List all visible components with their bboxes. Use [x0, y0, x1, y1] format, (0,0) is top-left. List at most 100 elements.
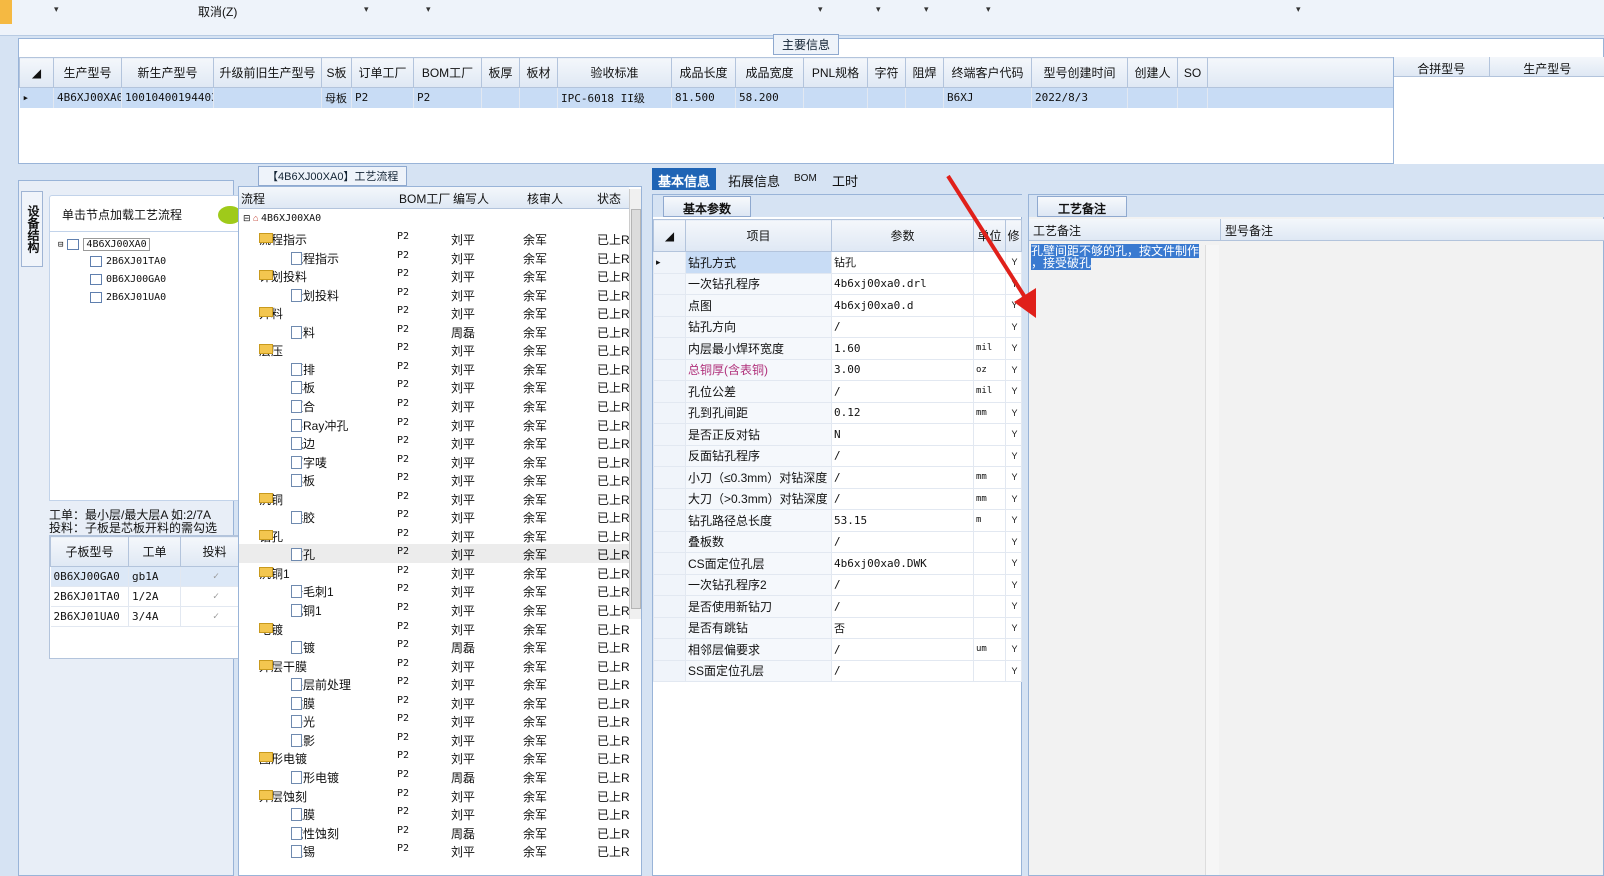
param-value[interactable]: 否 — [831, 616, 974, 639]
main-col-header[interactable]: 成品宽度 — [735, 57, 804, 88]
param-value[interactable]: / — [831, 659, 974, 682]
tab-basic-params[interactable]: 基本参数 — [663, 196, 751, 217]
dropdown-arrow-icon[interactable]: ▾ — [986, 4, 991, 15]
param-value[interactable]: / — [831, 444, 974, 467]
flow-scrollbar[interactable] — [629, 189, 641, 619]
param-value[interactable]: / — [831, 638, 974, 661]
scrollbar-thumb[interactable] — [631, 209, 641, 609]
param-row[interactable]: 是否有跳钻否 Y — [653, 616, 1022, 639]
flow-tree-row[interactable]: −电镀P2刘平余军已上R — [239, 619, 630, 638]
param-row[interactable]: CS面定位孔层 4b6xj00xa0.DWK Y — [653, 552, 1022, 575]
param-row[interactable]: 总铜厚(含表铜) 3.00 oz Y — [653, 358, 1022, 381]
param-row[interactable]: 孔到孔间距 0.12 mm Y — [653, 401, 1022, 424]
flow-tree-row[interactable]: 铣边 P2 刘平 余军 已上R — [239, 433, 630, 452]
main-cell[interactable]: B6XJ — [943, 87, 1032, 108]
param-row[interactable]: 小刀（≤0.3mm）对钻深度 / mm Y — [653, 466, 1022, 489]
flow-tree-row[interactable]: −沉铜1P2刘平余军已上R — [239, 563, 630, 582]
dropdown-arrow-icon[interactable]: ▾ — [1296, 4, 1301, 15]
flow-tree-row[interactable]: 贴膜 P2 刘平 余军 已上R — [239, 693, 630, 712]
param-row[interactable]: 一次钻孔程序2/ Y — [653, 573, 1022, 596]
main-cell[interactable]: P2 — [413, 87, 482, 108]
main-cell[interactable] — [1127, 87, 1178, 108]
flow-tree-row[interactable]: X-Ray冲孔 P2 刘平 余军 已上R — [239, 415, 630, 434]
main-col-header[interactable]: S板 — [321, 57, 352, 88]
main-col-header[interactable]: 新生产型号 — [121, 57, 214, 88]
param-row[interactable]: 大刀（>0.3mm）对钻深度 / mm Y — [653, 487, 1022, 510]
flow-tree-row[interactable]: −钻孔P2刘平余军已上R — [239, 526, 630, 545]
param-row[interactable]: 内层最小焊环宽度 1.60 mil Y — [653, 337, 1022, 360]
main-col-header[interactable]: BOM工厂 — [413, 57, 482, 88]
flow-tree-row[interactable]: 板镀 P2 周磊 余军 已上R — [239, 637, 630, 656]
param-value[interactable]: 0.12 — [831, 401, 974, 424]
main-cell[interactable]: P2 — [351, 87, 414, 108]
tree-node-root[interactable]: ⊟ 4B6XJ00XA0 — [58, 238, 150, 251]
cancel-button[interactable]: 取消(Z) — [198, 3, 237, 20]
main-cell[interactable]: 4B6XJ00XA0 — [53, 87, 122, 108]
tree-node[interactable]: 2B6XJ01TA0 — [90, 256, 166, 267]
flow-tree-row[interactable]: −图形电镀P2刘平余军已上R — [239, 748, 630, 767]
flow-tree-row[interactable]: 排板 P2 刘平 余军 已上R — [239, 377, 630, 396]
main-cell[interactable]: 58.200 — [735, 87, 804, 108]
main-col-header[interactable]: 阻焊 — [905, 57, 944, 88]
param-value[interactable]: / — [831, 530, 974, 553]
dropdown-arrow-icon[interactable]: ▾ — [426, 4, 431, 15]
param-row[interactable]: 是否使用新钻刀 / Y — [653, 595, 1022, 618]
dropdown-arrow-icon[interactable]: ▾ — [364, 4, 369, 15]
flow-tree-row[interactable]: 打字唛 P2 刘平 余军 已上R — [239, 452, 630, 471]
flow-tree-row[interactable]: 压合 P2 刘平 余军 已上R — [239, 396, 630, 415]
tab-bom[interactable]: BOM — [788, 168, 823, 190]
param-row[interactable]: 相邻层偏要求 / um Y — [653, 638, 1022, 661]
param-row[interactable]: 叠板数 / Y — [653, 530, 1022, 553]
flow-tree-row[interactable]: −外层干膜P2刘平余军已上R — [239, 656, 630, 675]
flow-tree-row[interactable]: 除胶 P2 刘平 余军 已上R — [239, 507, 630, 526]
flow-root-row[interactable]: ⊟ ⌂ 4B6XJ00XA0 — [239, 211, 629, 230]
main-col-header[interactable]: SO — [1177, 57, 1208, 88]
main-cell[interactable] — [1177, 87, 1208, 108]
main-col-header[interactable]: 终端客户代码 — [943, 57, 1032, 88]
main-col-header[interactable]: 板材 — [519, 57, 558, 88]
param-value[interactable]: 53.15 — [831, 509, 974, 532]
main-col-header[interactable]: 生产型号 — [53, 57, 122, 88]
flow-tree-row[interactable]: 显影 P2 刘平 余军 已上R — [239, 730, 630, 749]
flow-tree-row[interactable]: −外层蚀刻P2刘平余军已上R — [239, 786, 630, 805]
main-col-header[interactable]: 升级前旧生产型号 — [213, 57, 322, 88]
main-col-header[interactable]: 订单工厂 — [351, 57, 414, 88]
flow-tree-row[interactable]: 流程指示 P2 刘平 余军 已上R — [239, 248, 630, 267]
main-col-header[interactable]: 型号创建时间 — [1031, 57, 1128, 88]
flow-tree-row[interactable]: 碱性蚀刻 P2 周磊 余军 已上R — [239, 823, 630, 842]
tab-extended-info[interactable]: 拓展信息 — [722, 168, 786, 190]
flow-tree-row[interactable]: −层压P2刘平余军已上R — [239, 340, 630, 359]
flow-tree-row[interactable]: 外层前处理 P2 刘平 余军 已上R — [239, 674, 630, 693]
param-value[interactable]: / — [831, 380, 974, 403]
flow-tree-row[interactable]: 沉铜1 P2 刘平 余军 已上R — [239, 600, 630, 619]
tab-work-hours[interactable]: 工时 — [826, 168, 864, 190]
tab-process-notes[interactable]: 工艺备注 — [1037, 196, 1127, 217]
tree-node[interactable]: 0B6XJ00GA0 — [90, 274, 166, 285]
main-cell[interactable] — [481, 87, 520, 108]
flow-tree-row[interactable]: 烘板 P2 刘平 余军 已上R — [239, 470, 630, 489]
main-col-header[interactable]: 验收标准 — [557, 57, 672, 88]
flow-tree-row[interactable]: 退锡 P2 刘平 余军 已上R — [239, 841, 630, 860]
param-value[interactable]: / — [831, 573, 974, 596]
flow-tree-row[interactable]: −沉铜P2刘平余军已上R — [239, 489, 630, 508]
note-scrollbar[interactable] — [1205, 245, 1219, 875]
param-value[interactable]: 1.60 — [831, 337, 974, 360]
flow-tree-row[interactable]: −开料P2刘平余军已上R — [239, 303, 630, 322]
dropdown-arrow-icon[interactable]: ▾ — [54, 4, 59, 15]
sub-board-row[interactable]: 0B6XJ00GA0 gb1A ✓ — [50, 566, 249, 587]
flow-tree-row[interactable]: 曝光 P2 刘平 余军 已上R — [239, 711, 630, 730]
main-cell[interactable] — [803, 87, 868, 108]
main-cell[interactable]: 81.500 — [671, 87, 736, 108]
flow-tree-row[interactable]: 计划投料 P2 刘平 余军 已上R — [239, 285, 630, 304]
sub-board-row[interactable]: 2B6XJ01TA0 1/2A ✓ — [50, 586, 249, 607]
dropdown-arrow-icon[interactable]: ▾ — [818, 4, 823, 15]
tab-equipment-structure[interactable]: 设备结构 — [21, 191, 43, 267]
param-value[interactable]: / — [831, 595, 974, 618]
main-cell[interactable] — [867, 87, 906, 108]
dropdown-arrow-icon[interactable]: ▾ — [924, 4, 929, 15]
flow-tree-row[interactable]: −流程指示P2刘平余军已上R — [239, 229, 630, 248]
param-row[interactable]: 是否正反对钻 N Y — [653, 423, 1022, 446]
tree-node[interactable]: 2B6XJ01UA0 — [90, 292, 166, 303]
param-row[interactable]: SS面定位孔层 / Y — [653, 659, 1022, 682]
process-note-textarea[interactable]: 孔壁间距不够的孔，按文件制作 ，接受破孔 — [1031, 244, 1200, 270]
